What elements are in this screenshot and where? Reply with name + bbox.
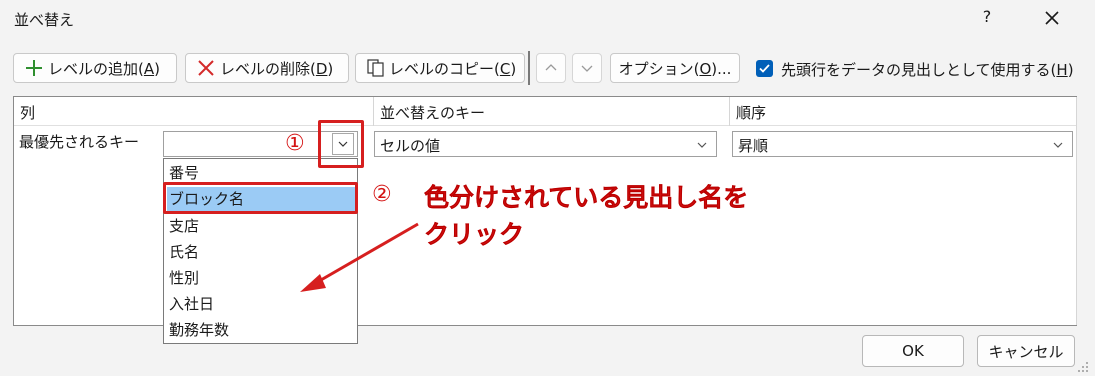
annotation-arrow-icon (300, 222, 419, 292)
toolbar-separator (528, 51, 530, 85)
chevron-down-icon (1053, 142, 1063, 148)
add-level-button[interactable]: レベルの追加(A) (13, 53, 177, 83)
header-row-checkbox-label[interactable]: 先頭行をデータの見出しとして使用する(H) (781, 59, 1074, 80)
move-down-button[interactable] (572, 53, 602, 83)
sort-on-header: 並べ替えのキー (380, 104, 486, 122)
chevron-down-icon (581, 65, 593, 72)
annotation-step-2-marker: ② (372, 182, 392, 207)
x-delete-icon (198, 60, 214, 76)
delete-level-label: レベルの削除(D) (220, 59, 334, 78)
add-level-label: レベルの追加(A) (48, 59, 160, 78)
copy-level-button[interactable]: レベルのコピー(C) (355, 53, 525, 83)
sort-on-select[interactable]: セルの値 (374, 131, 717, 157)
chevron-down-icon (697, 142, 707, 148)
move-up-button[interactable] (536, 53, 566, 83)
cancel-button[interactable]: キャンセル (977, 335, 1075, 367)
close-button[interactable] (1040, 6, 1064, 30)
checkmark-icon (759, 64, 770, 73)
order-header: 順序 (736, 104, 767, 122)
title-bar: 並べ替え ? (0, 0, 1095, 38)
delete-level-button[interactable]: レベルの削除(D) (185, 53, 349, 83)
resize-grip-icon[interactable] (1076, 360, 1090, 374)
ok-button[interactable]: OK (862, 335, 964, 367)
help-button[interactable]: ? (976, 7, 998, 29)
header-divider (729, 97, 730, 126)
header-divider (373, 97, 374, 126)
chevron-up-icon (545, 64, 557, 71)
grid-header: 列 並べ替えのキー 順序 (14, 97, 1076, 126)
annotation-highlight-dropdown (318, 120, 364, 168)
column-header: 列 (20, 104, 36, 122)
list-item[interactable]: 勤務年数 (167, 318, 356, 343)
grid-scrollbar-edge (1076, 97, 1077, 325)
window-title: 並べ替え (14, 11, 75, 29)
close-icon (1045, 11, 1059, 25)
sort-on-value: セルの値 (380, 137, 441, 155)
annotation-step-2-line1: 色分けされている見出し名を (424, 183, 749, 212)
options-button[interactable]: オプション(O)... (610, 53, 740, 83)
plus-icon (26, 60, 42, 76)
copy-level-label: レベルのコピー(C) (389, 59, 517, 78)
order-select[interactable]: 昇順 (732, 131, 1073, 157)
annotation-step-1: ① (285, 131, 305, 156)
header-row-checkbox[interactable] (756, 60, 773, 77)
order-value: 昇順 (738, 137, 769, 155)
primary-key-label: 最優先されるキー (19, 133, 140, 151)
annotation-step-2-line2: クリック (424, 220, 525, 249)
annotation-highlight-item (163, 182, 358, 214)
copy-icon (367, 59, 384, 77)
options-label: オプション(O)... (618, 59, 732, 78)
